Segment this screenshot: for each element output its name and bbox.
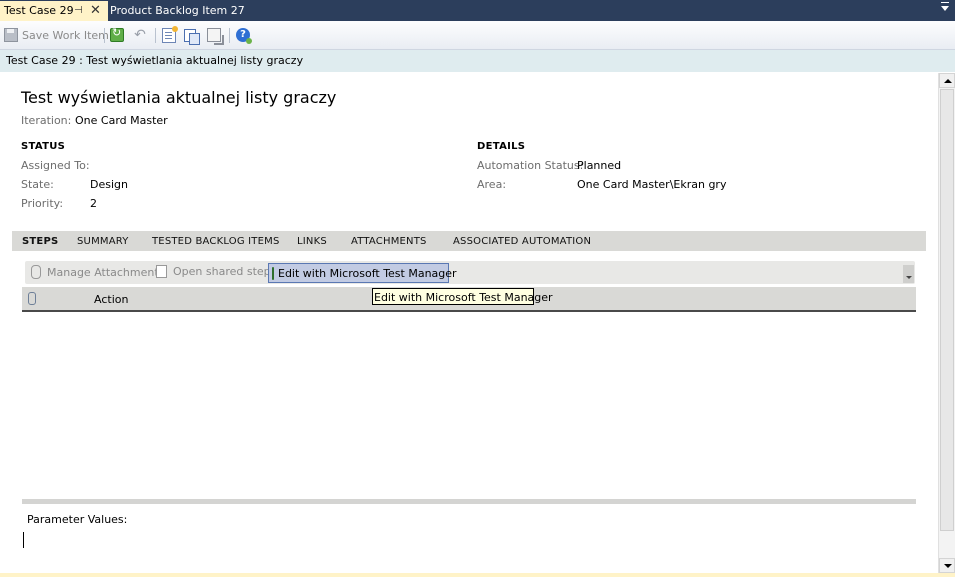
- vertical-scrollbar[interactable]: [938, 73, 955, 573]
- open-shared-steps-label: Open shared steps: [173, 265, 277, 278]
- tab-tested-backlog-items[interactable]: TESTED BACKLOG ITEMS: [152, 236, 280, 247]
- edit-with-mtm-button[interactable]: Edit with Microsoft Test Manager: [268, 263, 457, 283]
- tab-summary[interactable]: SUMMARY: [77, 236, 129, 247]
- iteration-value[interactable]: One Card Master: [75, 114, 168, 127]
- test-manager-icon: [272, 266, 274, 280]
- work-item-caption-bar: Test Case 29 : Test wyświetlania aktualn…: [0, 50, 955, 72]
- paperclip-icon: [31, 265, 41, 279]
- work-item-title[interactable]: Test wyświetlania aktualnej listy graczy: [21, 88, 336, 107]
- scroll-thumb[interactable]: [940, 89, 954, 531]
- area-label: Area:: [477, 178, 507, 191]
- steps-parameters-splitter[interactable]: [22, 499, 916, 504]
- assigned-to-label: Assigned To:: [21, 159, 90, 172]
- action-column-header[interactable]: Action: [94, 293, 128, 306]
- open-shared-steps-button[interactable]: Open shared steps: [156, 265, 276, 278]
- tab-label: Product Backlog Item 27: [110, 4, 245, 17]
- undo-icon: ↶: [134, 27, 146, 43]
- copy-work-item-button[interactable]: [184, 26, 200, 45]
- details-heading: DETAILS: [477, 141, 526, 152]
- section-tab-bar: STEPS SUMMARY TESTED BACKLOG ITEMS LINKS…: [12, 231, 926, 251]
- tooltip: Edit with Microsoft Test Manager: [372, 288, 553, 305]
- attachment-column-icon: [28, 292, 36, 305]
- bottom-edge-strip: [0, 573, 955, 577]
- manage-attachments-button[interactable]: Manage Attachments: [31, 265, 164, 279]
- branch-icon: [207, 28, 224, 45]
- refresh-icon: [110, 26, 124, 42]
- new-linked-item-button[interactable]: [162, 25, 178, 44]
- tab-associated-automation[interactable]: ASSOCIATED AUTOMATION: [453, 236, 591, 247]
- steps-toolbar: Manage Attachments Open shared steps: [25, 261, 915, 284]
- area-field[interactable]: One Card Master\Ekran gry: [577, 178, 726, 191]
- toolbar-overflow-icon[interactable]: [903, 265, 914, 283]
- pin-icon[interactable]: ⊣: [74, 1, 83, 21]
- toolbar-separator: [104, 28, 105, 43]
- document-tab-strip: Test Case 29 ⊣ ✕ Product Backlog Item 27: [0, 0, 955, 21]
- copy-icon: [184, 28, 200, 45]
- automation-status-label: Automation Status:: [477, 159, 584, 172]
- tab-dropdown-icon[interactable]: [941, 2, 949, 11]
- automation-status-field[interactable]: Planned: [577, 159, 621, 172]
- text-caret: [23, 532, 24, 548]
- state-label: State:: [21, 178, 54, 191]
- work-item-caption: Test Case 29 : Test wyświetlania aktualn…: [6, 54, 304, 67]
- tab-links[interactable]: LINKS: [297, 236, 327, 247]
- new-linked-item-icon: [162, 25, 178, 43]
- branch-button[interactable]: [207, 26, 224, 45]
- tab-test-case-29[interactable]: Test Case 29 ⊣ ✕: [0, 1, 108, 21]
- manage-attachments-label: Manage Attachments: [47, 265, 165, 279]
- save-icon: [4, 28, 18, 42]
- tab-product-backlog-item-27[interactable]: Product Backlog Item 27: [106, 1, 245, 21]
- toolbar-separator: [229, 28, 230, 43]
- scroll-down-icon[interactable]: [939, 558, 955, 573]
- tab-attachments[interactable]: ATTACHMENTS: [351, 236, 427, 247]
- tab-label: Test Case 29: [4, 4, 74, 17]
- priority-field[interactable]: 2: [90, 197, 97, 210]
- close-icon[interactable]: ✕: [90, 1, 101, 21]
- shared-steps-icon: [156, 265, 167, 278]
- edit-with-mtm-label: Edit with Microsoft Test Manager: [278, 266, 457, 280]
- save-work-item-button[interactable]: Save Work Item: [4, 26, 109, 44]
- status-heading: STATUS: [21, 141, 66, 152]
- refresh-button[interactable]: [110, 26, 124, 44]
- save-work-item-label: Save Work Item: [22, 28, 109, 42]
- undo-button[interactable]: ↶: [133, 26, 147, 44]
- priority-label: Priority:: [21, 197, 64, 210]
- parameter-values-label: Parameter Values:: [27, 513, 128, 526]
- scroll-up-icon[interactable]: [939, 73, 955, 88]
- help-button[interactable]: ?: [236, 26, 252, 44]
- state-field[interactable]: Design: [90, 178, 128, 191]
- tab-steps[interactable]: STEPS: [22, 236, 58, 247]
- iteration-label: Iteration:: [21, 114, 72, 127]
- toolbar-separator: [155, 28, 156, 43]
- help-icon: ?: [236, 28, 252, 44]
- work-item-toolbar: Save Work Item ↶ ?: [0, 21, 955, 50]
